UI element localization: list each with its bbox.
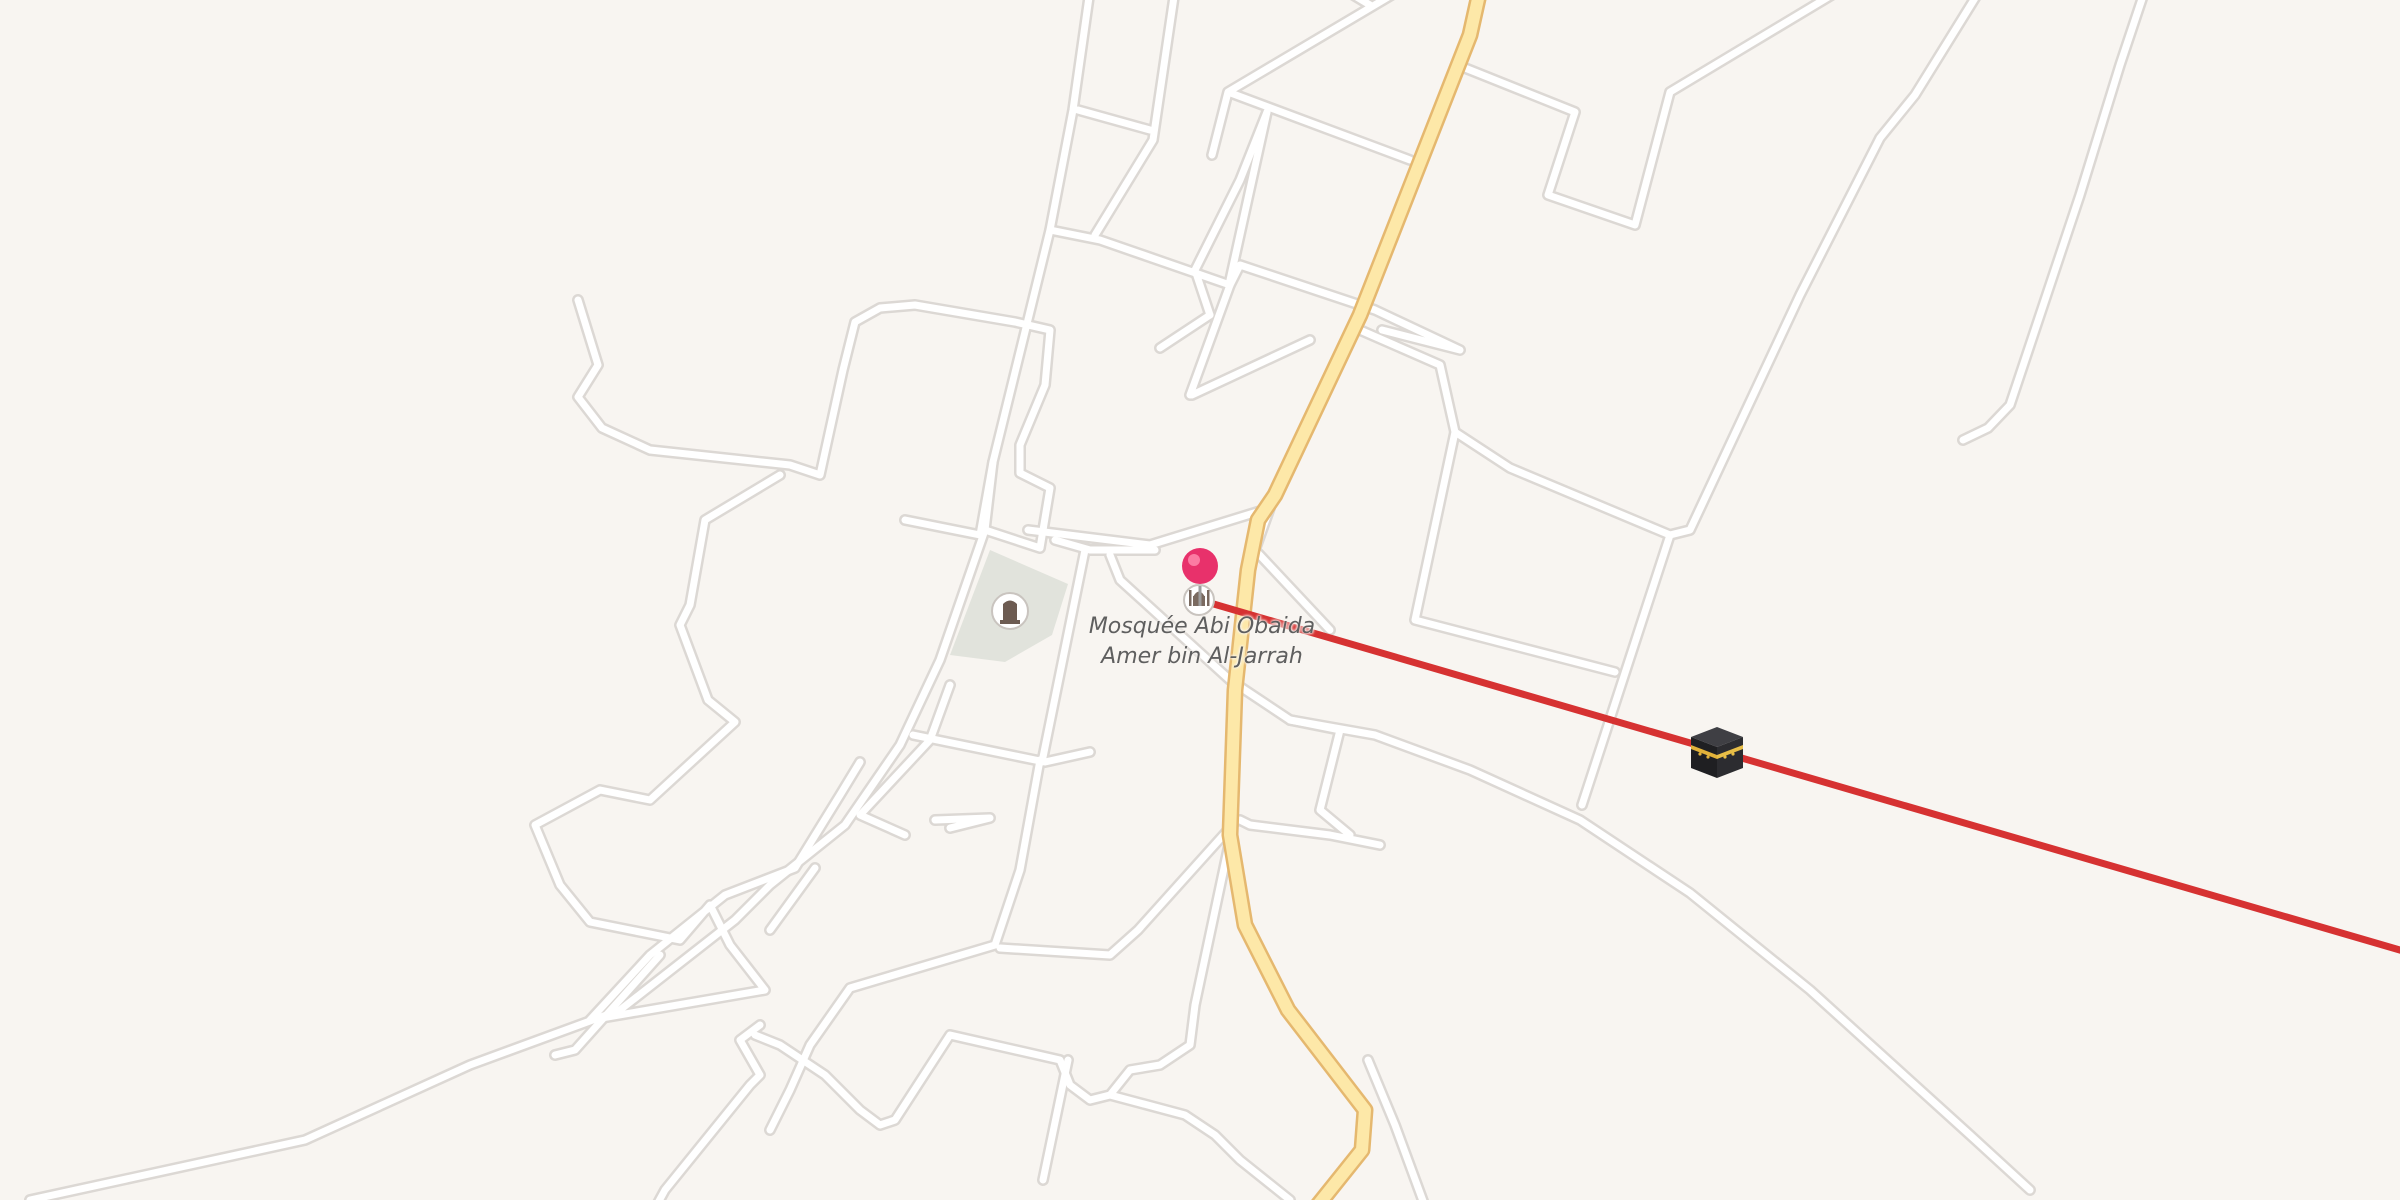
mosque-label-line2: Amer bin Al-Jarrah xyxy=(1101,644,1303,669)
qibla-direction-line xyxy=(1196,596,2400,954)
map-layer xyxy=(24,0,2400,1200)
kaaba-icon[interactable] xyxy=(1691,727,1743,778)
primary-road xyxy=(1221,0,1487,1200)
mosque-label-line1: Mosquée Abi Obaida xyxy=(1088,614,1316,639)
mosque-label[interactable]: Mosquée Abi Obaida Amer bin Al-Jarrah xyxy=(1075,612,1329,672)
minor-roads xyxy=(24,0,2148,1200)
cemetery-icon[interactable] xyxy=(991,592,1029,630)
map-canvas[interactable]: Mosquée Abi Obaida Amer bin Al-Jarrah xyxy=(0,0,2400,1200)
